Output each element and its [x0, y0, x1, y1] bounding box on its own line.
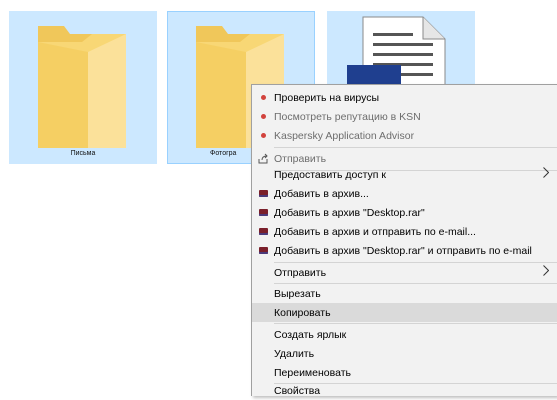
menu-item-label: Добавить в архив "Desktop.rar"	[274, 206, 425, 219]
kaspersky-icon	[256, 110, 270, 124]
menu-item-label: Копировать	[274, 306, 331, 319]
winrar-icon	[256, 206, 270, 220]
menu-item-add-desktop-rar-email[interactable]: Добавить в архив "Desktop.rar" и отправи…	[252, 241, 557, 260]
share-icon	[256, 152, 270, 166]
menu-item-label: Предоставить доступ к	[274, 168, 386, 181]
desktop-item-caption: Письма	[70, 150, 96, 157]
context-menu: Проверить на вирусы Посмотреть репутацию…	[251, 84, 557, 397]
menu-item-label: Добавить в архив и отправить по e-mail..…	[274, 225, 476, 238]
menu-item-give-access[interactable]: Предоставить доступ к	[252, 165, 557, 184]
menu-item-delete[interactable]: Удалить	[252, 344, 557, 363]
desktop-item-caption: Фотогра	[210, 150, 237, 157]
menu-item-label: Удалить	[274, 347, 315, 360]
menu-item-create-shortcut[interactable]: Создать ярлык	[252, 325, 557, 344]
menu-item-label: Вырезать	[274, 287, 321, 300]
winrar-icon	[256, 225, 270, 239]
winrar-icon	[256, 244, 270, 258]
menu-item-label: Отправить	[274, 266, 327, 279]
chevron-right-icon	[543, 265, 550, 279]
menu-item-label: Свойства	[274, 384, 321, 397]
menu-item-add-archive-email[interactable]: Добавить в архив и отправить по e-mail..…	[252, 222, 557, 241]
menu-item-ksn-reputation[interactable]: Посмотреть репутацию в KSN	[252, 107, 557, 126]
winrar-icon	[256, 187, 270, 201]
menu-item-label: Добавить в архив...	[274, 187, 369, 200]
menu-item-rename[interactable]: Переименовать	[252, 363, 557, 382]
menu-item-send-to[interactable]: Отправить	[252, 263, 557, 282]
desktop-item-letters[interactable]: Письма	[9, 11, 157, 164]
kaspersky-icon	[256, 129, 270, 143]
folder-icon	[38, 26, 126, 148]
menu-item-add-archive[interactable]: Добавить в архив...	[252, 184, 557, 203]
menu-item-app-advisor[interactable]: Kaspersky Application Advisor	[252, 126, 557, 145]
menu-item-label: Проверить на вирусы	[274, 91, 380, 104]
menu-item-label: Переименовать	[274, 366, 351, 379]
menu-item-label: Отправить	[274, 152, 327, 165]
menu-item-copy[interactable]: Копировать	[252, 303, 557, 322]
kaspersky-icon	[256, 91, 270, 105]
menu-item-scan-viruses[interactable]: Проверить на вирусы	[252, 88, 557, 107]
menu-item-label: Посмотреть репутацию в KSN	[274, 110, 421, 123]
menu-separator	[274, 147, 557, 148]
menu-item-properties[interactable]: Свойства	[252, 381, 557, 400]
menu-item-label: Добавить в архив "Desktop.rar" и отправи…	[274, 244, 532, 257]
menu-item-add-desktop-rar[interactable]: Добавить в архив "Desktop.rar"	[252, 203, 557, 222]
chevron-right-icon	[543, 167, 550, 181]
menu-item-label: Kaspersky Application Advisor	[274, 129, 415, 142]
menu-separator	[274, 323, 557, 324]
menu-item-cut[interactable]: Вырезать	[252, 284, 557, 303]
menu-item-label: Создать ярлык	[274, 328, 347, 341]
